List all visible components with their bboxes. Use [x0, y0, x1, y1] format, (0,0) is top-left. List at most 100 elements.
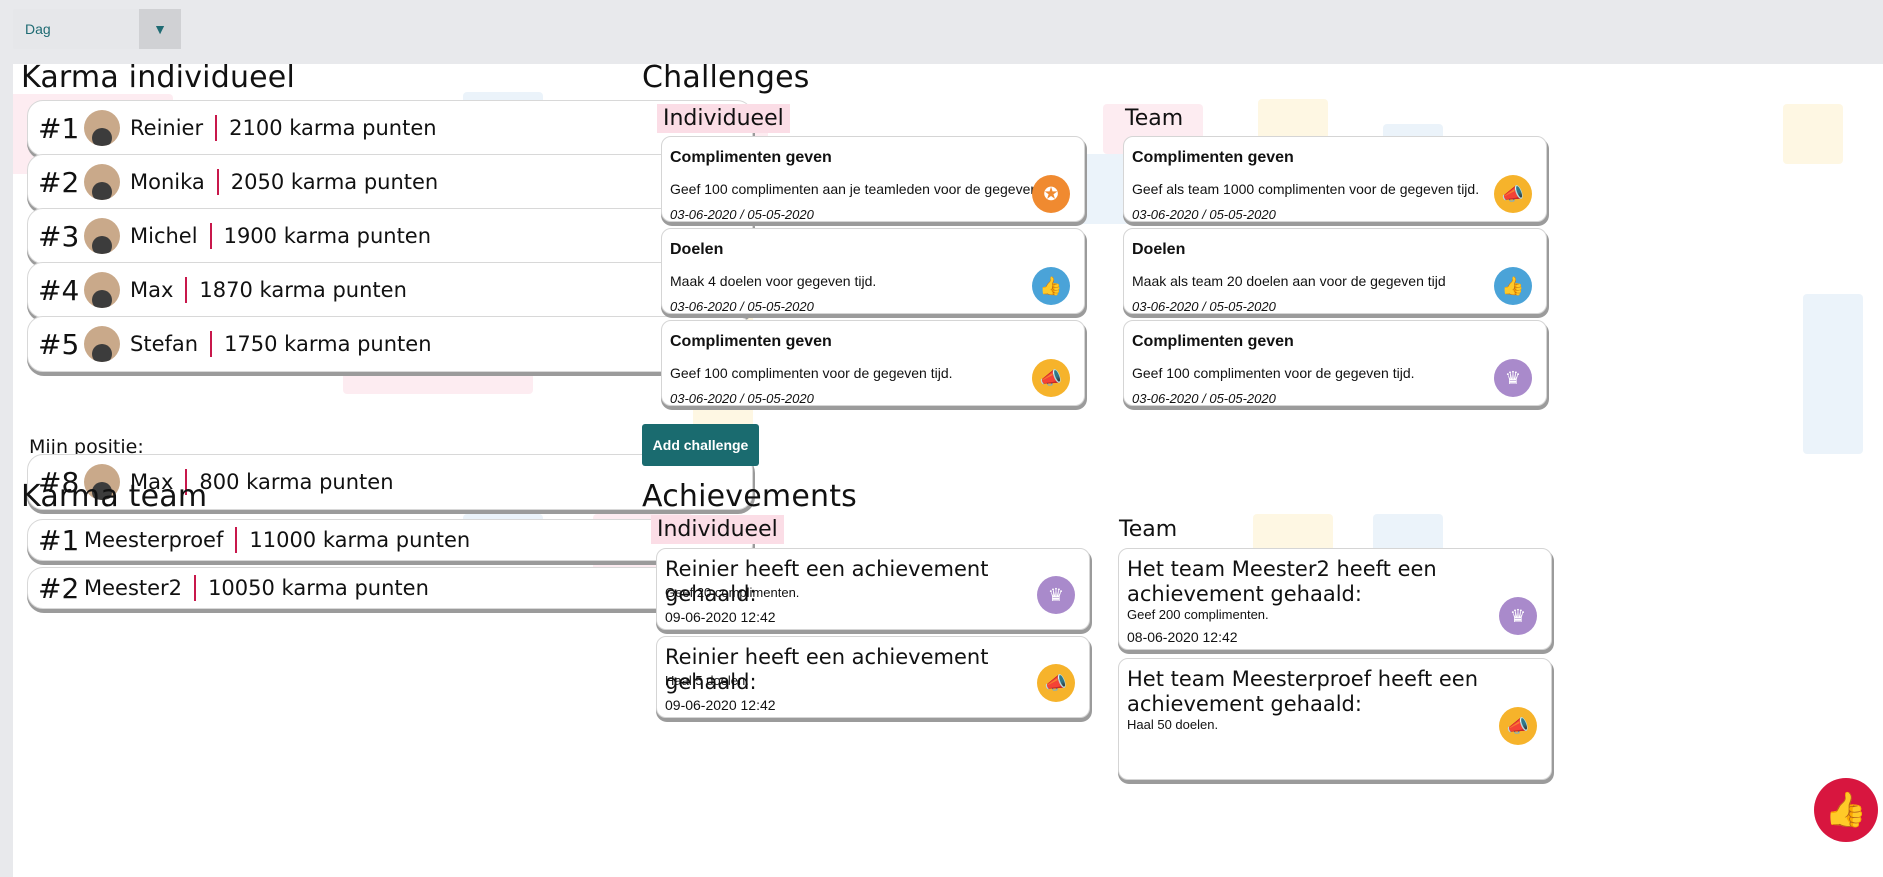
achievement-description: Haal 5 doelen. — [665, 673, 749, 688]
avatar — [84, 272, 120, 308]
divider — [210, 331, 213, 357]
rank-row: #5 Stefan 1750 karma punten — [27, 316, 753, 372]
period-dropdown-value: Dag — [25, 21, 51, 37]
rank-number: #1 — [38, 523, 80, 557]
thumbs-up-icon[interactable]: 👍 — [1814, 778, 1878, 842]
avatar — [84, 218, 120, 254]
rank-number: #5 — [38, 327, 80, 361]
challenge-card[interactable]: Doelen Maak als team 20 doelen aan voor d… — [1123, 228, 1547, 314]
achievement-title: Het team Meesterproef heeft een achievem… — [1127, 667, 1479, 716]
achievement-description: Haal 50 doelen. — [1127, 717, 1219, 732]
achievement-card: Het team Meester2 heeft een achievement … — [1118, 548, 1552, 650]
achievement-title: Het team Meester2 heeft een achievement … — [1127, 557, 1437, 606]
top-bar: Dag ▼ — [0, 0, 1883, 64]
challenge-dates: 03-06-2020 / 05-05-2020 — [670, 207, 814, 222]
karma-team-title: Karma team — [21, 479, 208, 514]
rank-points: 800 karma punten — [199, 470, 394, 494]
achievements-title: Achievements — [642, 479, 857, 514]
challenge-description: Maak 4 doelen voor gegeven tijd. — [670, 273, 877, 289]
thumbs-up-icon: 👍 — [1494, 267, 1532, 305]
achievement-description: Geef 20 complimenten. — [665, 585, 800, 600]
achievement-card: Het team Meesterproef heeft een achievem… — [1118, 658, 1552, 780]
challenge-title: Complimenten geven — [1132, 149, 1294, 166]
divider — [185, 277, 188, 303]
challenge-dates: 03-06-2020 / 05-05-2020 — [1132, 391, 1276, 406]
rank-number: #1 — [38, 111, 80, 145]
achievements-team-label: Team — [1119, 517, 1178, 542]
rank-number: #3 — [38, 219, 80, 253]
avatar — [84, 164, 120, 200]
challenge-title: Complimenten geven — [670, 149, 832, 166]
challenges-individual-label: Individueel — [657, 104, 790, 133]
divider — [209, 223, 212, 249]
divider — [215, 115, 218, 141]
rank-points: 1900 karma punten — [223, 224, 432, 248]
rank-name: Monika — [130, 170, 205, 194]
challenge-title: Complimenten geven — [670, 333, 832, 350]
avatar — [84, 326, 120, 362]
megaphone-icon: 📣 — [1494, 175, 1532, 213]
challenge-description: Geef als team 1000 complimenten voor de … — [1132, 181, 1480, 197]
rank-points: 2050 karma punten — [230, 170, 439, 194]
rank-row: #2 Meester2 10050 karma punten — [27, 567, 753, 609]
megaphone-icon: 📣 — [1032, 359, 1070, 397]
challenge-card[interactable]: Complimenten geven Geef 100 complimenten … — [1123, 320, 1547, 406]
challenge-dates: 03-06-2020 / 05-05-2020 — [1132, 299, 1276, 314]
challenge-card[interactable]: Complimenten geven Geef 100 complimenten … — [661, 136, 1085, 222]
challenge-title: Doelen — [670, 241, 724, 258]
challenge-description: Geef 100 complimenten aan je teamleden v… — [670, 181, 1064, 197]
rank-points: 10050 karma punten — [208, 576, 429, 600]
challenge-card[interactable]: Complimenten geven Geef als team 1000 com… — [1123, 136, 1547, 222]
challenge-title: Complimenten geven — [1132, 333, 1294, 350]
crown-icon: ♛ — [1499, 597, 1537, 635]
rank-row: #3 Michel 1900 karma punten — [27, 208, 753, 264]
rank-name: Meester2 — [84, 576, 183, 600]
rank-points: 1750 karma punten — [224, 332, 432, 356]
divider — [194, 575, 197, 601]
challenge-card[interactable]: Complimenten geven Geef 100 complimenten … — [661, 320, 1085, 406]
achievement-date: 08-06-2020 12:42 — [1127, 629, 1238, 645]
achievement-card: Reinier heeft een achievement gehaald: Ha… — [656, 636, 1090, 718]
rank-name: Meesterproef — [84, 528, 224, 552]
chevron-down-icon[interactable]: ▼ — [139, 9, 181, 49]
crown-icon: ♛ — [1494, 359, 1532, 397]
rank-points: 2100 karma punten — [229, 116, 437, 140]
challenge-dates: 03-06-2020 / 05-05-2020 — [1132, 207, 1276, 222]
rank-row: #2 Monika 2050 karma punten — [27, 154, 753, 210]
challenges-title: Challenges — [642, 64, 810, 95]
rank-row: #4 Max 1870 karma punten — [27, 262, 753, 318]
background-decoration — [1783, 104, 1843, 164]
challenge-dates: 03-06-2020 / 05-05-2020 — [670, 391, 814, 406]
rank-points: 1870 karma punten — [199, 278, 407, 302]
achievement-date: 09-06-2020 12:42 — [665, 697, 776, 713]
rank-number: #4 — [38, 273, 80, 307]
achievements-individual-label: Individueel — [651, 515, 784, 544]
avatar — [84, 110, 120, 146]
challenge-dates: 03-06-2020 / 05-05-2020 — [670, 299, 814, 314]
rank-points: 11000 karma punten — [249, 528, 471, 552]
karma-individual-title: Karma individueel — [21, 64, 296, 95]
period-dropdown[interactable]: Dag ▼ — [13, 9, 181, 49]
rank-number: #2 — [38, 165, 80, 199]
rank-name: Stefan — [130, 332, 199, 356]
rank-number: #2 — [38, 571, 80, 605]
rank-name: Max — [130, 278, 174, 302]
megaphone-icon: 📣 — [1037, 664, 1075, 702]
award-icon: ✪ — [1032, 175, 1070, 213]
rank-name: Reinier — [130, 116, 204, 140]
challenges-team-label: Team — [1125, 106, 1184, 131]
rank-row: #1 Meesterproef 11000 karma punten — [27, 519, 753, 561]
divider — [235, 527, 238, 553]
challenge-card[interactable]: Doelen Maak 4 doelen voor gegeven tijd. 03… — [661, 228, 1085, 314]
achievement-date: 09-06-2020 12:42 — [665, 609, 776, 625]
dashboard: Karma individueel #1 Reinier 2100 karma pu… — [13, 64, 1883, 877]
megaphone-icon: 📣 — [1499, 707, 1537, 745]
add-challenge-button[interactable]: Add challenge — [642, 424, 759, 466]
challenge-description: Geef 100 complimenten voor de gegeven ti… — [670, 365, 953, 381]
achievement-card: Reinier heeft een achievement gehaald: Ge… — [656, 548, 1090, 630]
divider — [216, 169, 219, 195]
crown-icon: ♛ — [1037, 576, 1075, 614]
challenge-description: Maak als team 20 doelen aan voor de gege… — [1132, 273, 1446, 289]
rank-row: #1 Reinier 2100 karma punten — [27, 100, 753, 156]
background-decoration — [1803, 294, 1863, 454]
